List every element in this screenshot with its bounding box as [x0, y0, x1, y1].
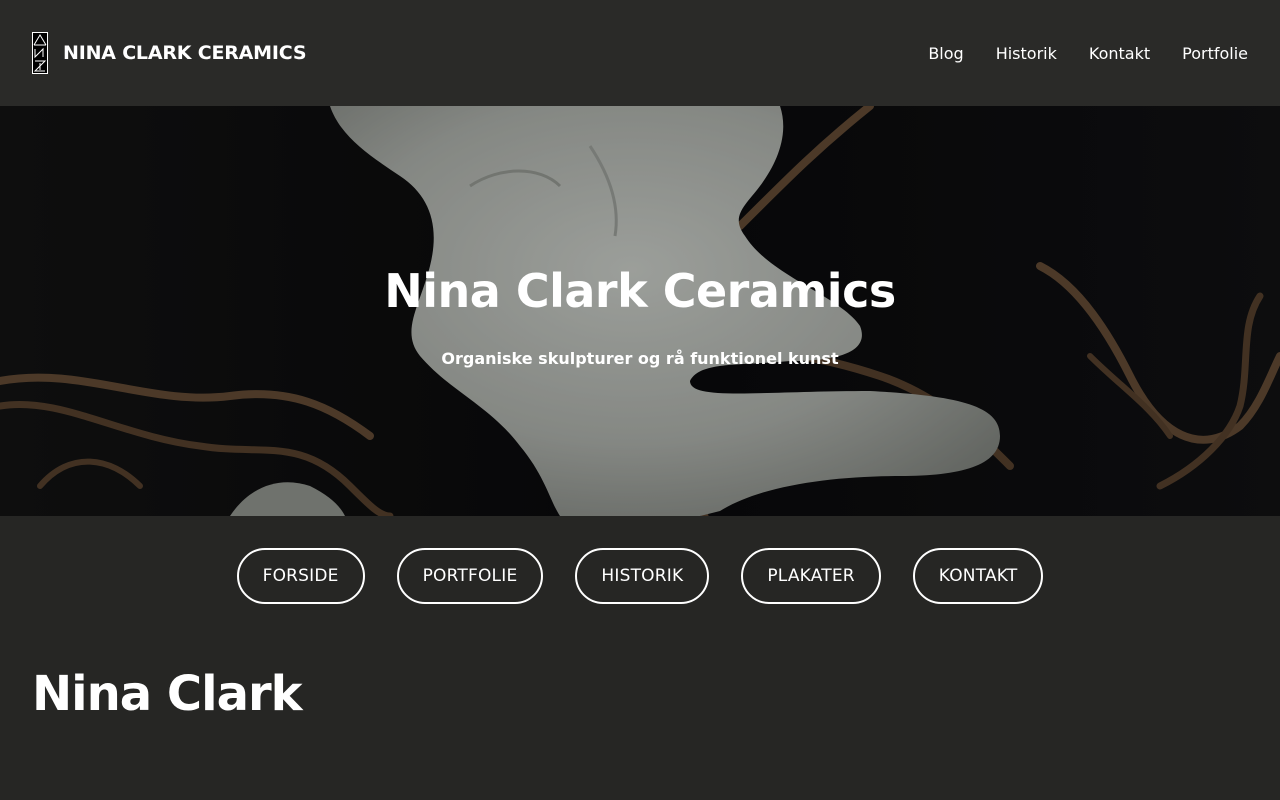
site-header: NINA CLARK CERAMICS Blog Historik Kontak…: [0, 0, 1280, 106]
pill-button-portfolie[interactable]: PORTFOLIE: [396, 548, 544, 604]
main-nav: Blog Historik Kontakt Portfolie: [928, 44, 1248, 63]
nav-link-blog[interactable]: Blog: [928, 44, 963, 63]
hero-subtitle: Organiske skulpturer og rå funktionel ku…: [441, 349, 839, 368]
hero-banner: Nina Clark Ceramics Organiske skulpturer…: [0, 106, 1280, 516]
pill-button-kontakt[interactable]: KONTAKT: [912, 548, 1044, 604]
section-heading: Nina Clark: [32, 666, 303, 722]
nc-monogram-icon: [32, 32, 48, 74]
pill-button-historik[interactable]: HISTORIK: [575, 548, 710, 604]
pill-button-plakater[interactable]: PLAKATER: [741, 548, 881, 604]
pill-nav: FORSIDE PORTFOLIE HISTORIK PLAKATER KONT…: [0, 548, 1280, 604]
brand-link[interactable]: NINA CLARK CERAMICS: [32, 32, 307, 74]
pill-button-forside[interactable]: FORSIDE: [236, 548, 365, 604]
brand-name: NINA CLARK CERAMICS: [63, 42, 307, 64]
nav-link-historik[interactable]: Historik: [996, 44, 1057, 63]
nav-link-kontakt[interactable]: Kontakt: [1089, 44, 1150, 63]
hero-title: Nina Clark Ceramics: [384, 264, 896, 318]
nav-link-portfolie[interactable]: Portfolie: [1182, 44, 1248, 63]
